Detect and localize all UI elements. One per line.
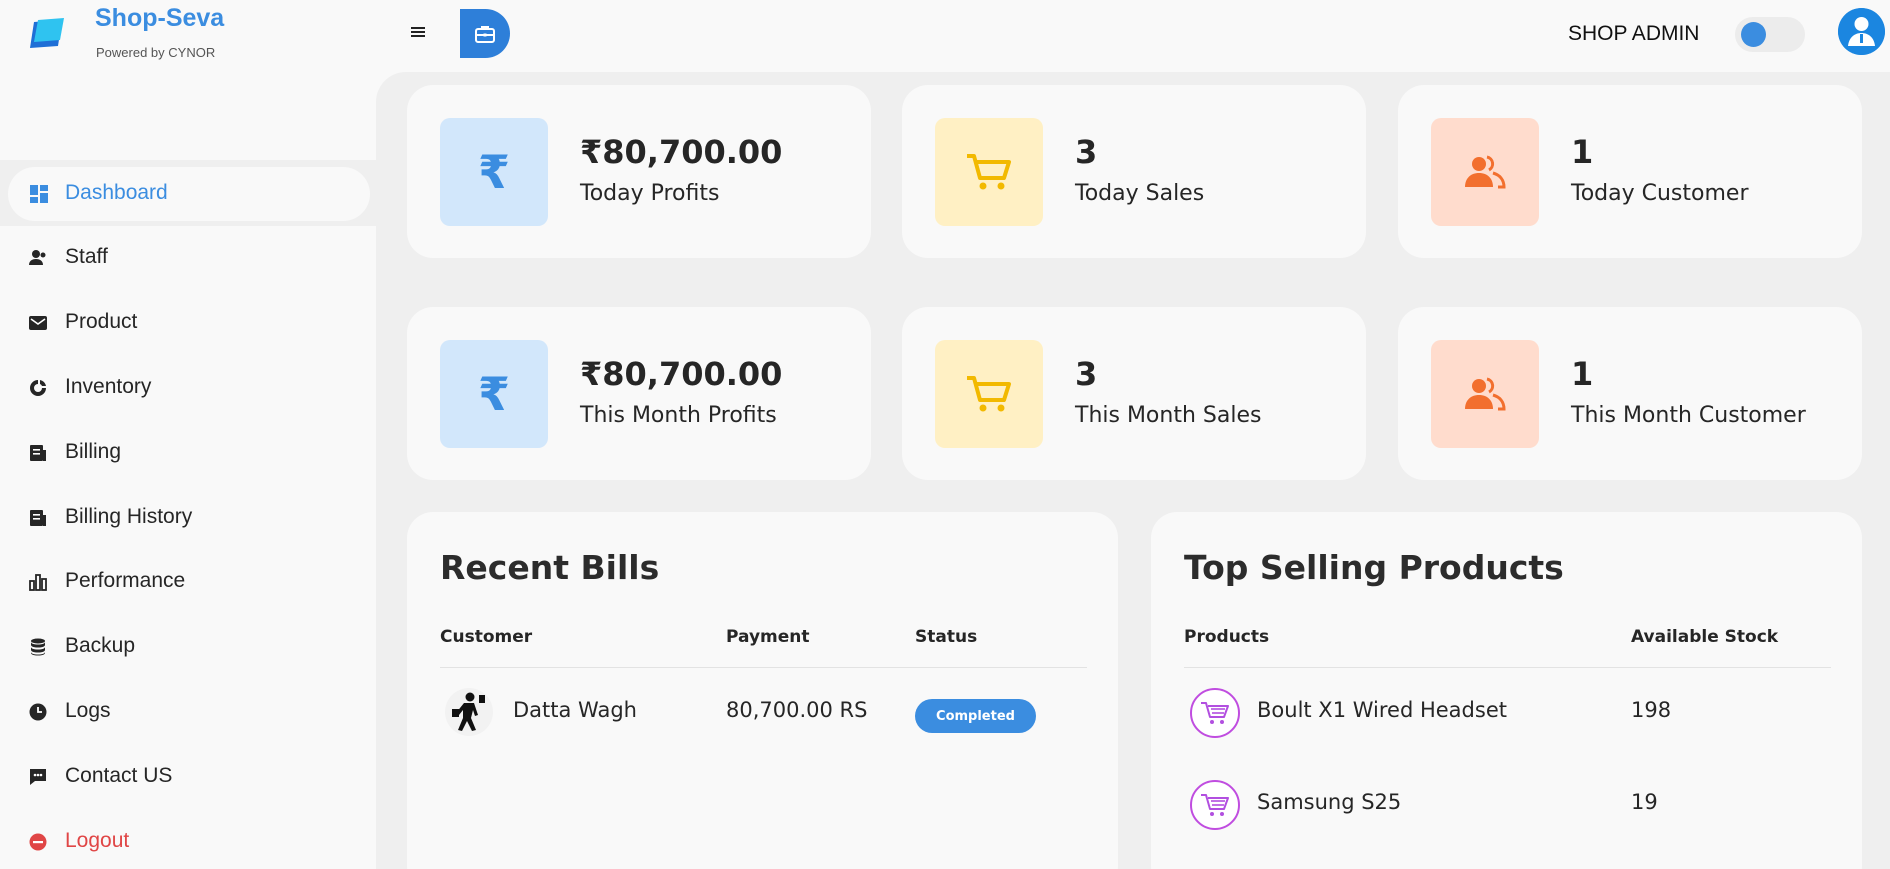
top-bar: Shop-Seva Powered by CYNOR SHOP ADMIN: [0, 0, 1890, 72]
sidebar-item-label: Dashboard: [65, 181, 168, 204]
stat-label: This Month Profits: [580, 403, 777, 428]
sidebar-item-staff[interactable]: Staff: [0, 233, 376, 283]
table-divider: [1184, 667, 1831, 668]
top-products-panel: Top Selling Products Products Available …: [1151, 512, 1862, 869]
briefcase-icon: [475, 25, 495, 43]
stat-label: Today Sales: [1075, 181, 1205, 206]
backup-icon: [31, 638, 45, 656]
shop-seva-logo: [30, 18, 64, 48]
stat-value: 3: [1075, 133, 1098, 171]
sidebar-item-product[interactable]: Product: [0, 298, 376, 348]
brand-subtitle: Powered by CYNOR: [96, 45, 216, 60]
customers-icon: [1465, 377, 1506, 411]
cart-icon: [967, 154, 1011, 190]
hamburger-menu-icon[interactable]: [406, 20, 430, 44]
sidebar-item-contact-us[interactable]: Contact US: [0, 752, 376, 802]
contact-icon: [30, 769, 46, 785]
product-cart-icon: [1190, 688, 1240, 738]
product-name: Samsung S25: [1257, 790, 1402, 814]
billing-history-icon: [30, 510, 46, 526]
sidebar-item-label: Inventory: [65, 375, 152, 398]
role-label: SHOP ADMIN: [1568, 22, 1700, 45]
status-badge: Completed: [915, 699, 1036, 733]
stat-label: Today Customer: [1571, 181, 1749, 206]
performance-icon: [29, 574, 47, 591]
panel-title: Recent Bills: [440, 548, 660, 587]
customer-avatar-icon: [445, 688, 493, 736]
rupee-icon: ₹: [477, 367, 510, 421]
column-header-customer: Customer: [440, 627, 533, 647]
stat-card-today-customer: 1 Today Customer: [1398, 85, 1862, 258]
stat-icon-box: ₹: [440, 340, 548, 448]
sidebar-item-label: Logs: [65, 699, 111, 722]
stat-icon-box: [935, 340, 1043, 448]
stat-value: 3: [1075, 355, 1098, 393]
sidebar-item-label: Billing History: [65, 505, 193, 528]
stat-icon-box: [1431, 340, 1539, 448]
sidebar-item-logout[interactable]: Logout: [0, 817, 376, 867]
sidebar-item-label: Backup: [65, 634, 136, 657]
dashboard-icon: [30, 185, 48, 203]
sidebar-item-label: Product: [65, 310, 138, 333]
stat-value: ₹80,700.00: [580, 133, 783, 171]
stat-card-month-profits: ₹ ₹80,700.00 This Month Profits: [407, 307, 871, 480]
shopping-cart-icon: [1201, 702, 1229, 724]
sidebar-item-label: Contact US: [65, 764, 173, 787]
table-divider: [440, 667, 1087, 668]
staff-icon: [29, 250, 46, 265]
logs-icon: [29, 703, 47, 721]
product-cart-icon: [1190, 780, 1240, 830]
sidebar-item-logs[interactable]: Logs: [0, 687, 376, 737]
stat-card-today-sales: 3 Today Sales: [902, 85, 1366, 258]
bill-customer: Datta Wagh: [513, 698, 637, 722]
rupee-icon: ₹: [477, 145, 510, 199]
product-icon: [29, 316, 47, 330]
sidebar-item-label: Billing: [65, 440, 122, 463]
product-stock: 19: [1631, 790, 1658, 814]
sidebar-item-billing[interactable]: Billing: [0, 428, 376, 478]
theme-toggle[interactable]: [1735, 17, 1805, 52]
product-name: Boult X1 Wired Headset: [1257, 698, 1507, 722]
sidebar-top: [0, 72, 376, 160]
column-header-products: Products: [1184, 627, 1270, 647]
billing-icon: [30, 445, 46, 461]
stat-label: This Month Customer: [1571, 403, 1806, 428]
sidebar-item-billing-history[interactable]: Billing History: [0, 493, 376, 543]
bill-payment: 80,700.00 RS: [726, 698, 868, 722]
column-header-payment: Payment: [726, 627, 810, 647]
sidebar-item-performance[interactable]: Performance: [0, 557, 376, 607]
sidebar-item-backup[interactable]: Backup: [0, 622, 376, 672]
logout-icon: [29, 833, 47, 851]
sidebar-item-inventory[interactable]: Inventory: [0, 363, 376, 413]
stat-label: This Month Sales: [1075, 403, 1262, 428]
panel-title: Top Selling Products: [1184, 548, 1564, 587]
toggle-knob: [1741, 22, 1766, 47]
stat-card-month-sales: 3 This Month Sales: [902, 307, 1366, 480]
column-header-available-stock: Available Stock: [1631, 627, 1779, 647]
stat-card-month-customer: 1 This Month Customer: [1398, 307, 1862, 480]
inventory-icon: [30, 380, 46, 396]
stat-icon-box: [1431, 118, 1539, 226]
column-header-status: Status: [915, 627, 978, 647]
stat-label: Today Profits: [580, 181, 720, 206]
customers-icon: [1465, 155, 1506, 189]
briefcase-button[interactable]: [460, 9, 510, 58]
sidebar-item-label: Logout: [65, 829, 130, 852]
recent-bills-panel: Recent Bills Customer Payment Status Dat…: [407, 512, 1118, 869]
user-avatar-icon[interactable]: [1838, 8, 1885, 55]
stat-icon-box: [935, 118, 1043, 226]
brand-name[interactable]: Shop-Seva: [95, 4, 224, 33]
sidebar-item-dashboard[interactable]: Dashboard: [8, 167, 370, 221]
shopping-cart-icon: [1201, 794, 1229, 816]
stat-value: 1: [1571, 355, 1594, 393]
stat-value: ₹80,700.00: [580, 355, 783, 393]
stat-card-today-profits: ₹ ₹80,700.00 Today Profits: [407, 85, 871, 258]
sidebar-item-label: Staff: [65, 245, 108, 268]
stat-icon-box: ₹: [440, 118, 548, 226]
stat-value: 1: [1571, 133, 1594, 171]
sidebar-item-label: Performance: [65, 569, 186, 592]
cart-icon: [967, 376, 1011, 412]
product-stock: 198: [1631, 698, 1672, 722]
